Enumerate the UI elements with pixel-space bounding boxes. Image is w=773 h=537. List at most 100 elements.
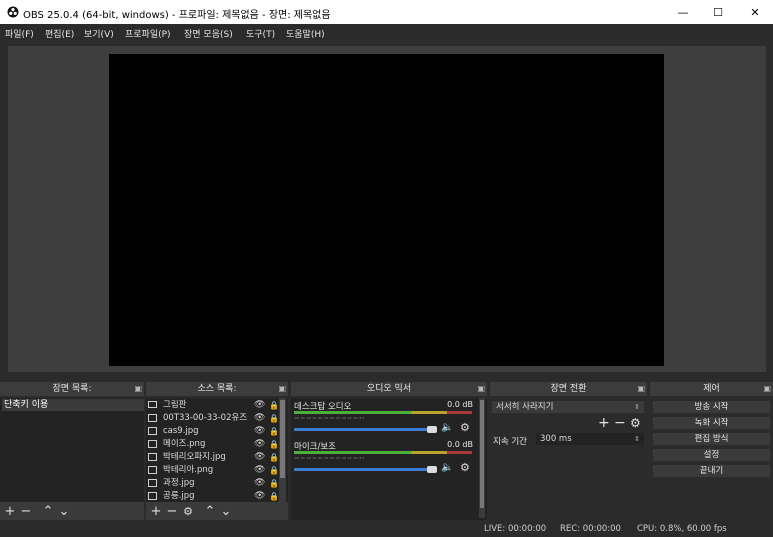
sources-list: 그림판 👁 🔒 00T33-00-33-02유즈 👁 🔒 cas9.jpg 👁 … [146,398,288,502]
sources-dock: 소스 목록: ▣ 그림판 👁 🔒 00T33-00-33-02유즈 👁 🔒 ca… [146,382,288,520]
add-icon: + [150,503,162,519]
move-scene-up-button[interactable]: ⌃ [41,504,55,518]
start-streaming-button[interactable]: 방송 시작 [653,401,770,413]
lock-icon[interactable]: 🔒 [269,399,279,412]
menu-help[interactable]: 도움말(H) [286,27,325,40]
scrollbar-thumb[interactable] [480,400,484,508]
source-name: 과정.jpg [163,478,195,488]
speaker-icon[interactable]: 🔈 [441,422,453,433]
gear-icon[interactable]: ⚙ [630,416,641,430]
float-icon[interactable]: ▣ [278,382,286,396]
source-properties-button[interactable]: ⚙ [181,504,195,518]
add-transition-button[interactable]: + [598,415,610,431]
source-item[interactable]: 과정.jpg 👁 🔒 [148,477,279,490]
image-source-icon [148,479,157,487]
eye-icon[interactable]: 👁 [254,490,265,502]
fader-knob[interactable] [427,426,437,433]
source-item[interactable]: 박테리오파지.jpg 👁 🔒 [148,451,279,464]
mixer-scrollbar[interactable] [479,398,485,518]
eye-icon[interactable]: 👁 [254,425,265,438]
sources-title: 소스 목록: [197,384,237,394]
source-name: 박테리아.png [163,465,214,475]
menu-tools[interactable]: 도구(T) [246,27,275,40]
maximize-button[interactable]: ☐ [700,0,736,24]
float-icon[interactable]: ▣ [637,382,645,396]
source-name: cas9.jpg [163,426,199,436]
image-source-icon [148,492,157,500]
add-source-button[interactable]: + [149,504,163,518]
controls-body: 방송 시작 녹화 시작 편집 방식 설정 끝내기 [650,398,773,520]
start-recording-button[interactable]: 녹화 시작 [653,417,770,429]
studio-mode-button[interactable]: 편집 방식 [653,433,770,445]
dropdown-icon: ⇕ [634,403,640,411]
fader-knob[interactable] [427,466,437,473]
menu-profile[interactable]: 프로파일(P) [125,27,171,40]
mixer-body: 데스크탑 오디오 0.0 dB -60 -55 -50 -45 -40 -35 … [291,398,487,520]
settings-button[interactable]: 설정 [653,449,770,461]
audio-mixer-dock: 오디오 믹서 ▣ 데스크탑 오디오 0.0 dB -60 -55 -50 -45… [291,382,487,520]
eye-icon[interactable]: 👁 [254,464,265,477]
spin-icon[interactable]: ⇕ [634,433,640,445]
eye-icon[interactable]: 👁 [254,412,265,425]
duration-spinbox[interactable]: 300 ms ⇕ [536,433,644,445]
volume-fader[interactable] [294,428,436,431]
float-icon[interactable]: ▣ [763,382,771,396]
eye-icon[interactable]: 👁 [254,399,265,412]
menu-edit[interactable]: 편집(E) [45,27,74,40]
scrollbar-thumb[interactable] [280,400,285,478]
source-item[interactable]: 00T33-00-33-02유즈 👁 🔒 [148,412,279,425]
lock-icon[interactable]: 🔒 [269,490,279,502]
scene-item[interactable]: 단축키 이용 [2,399,144,411]
channel-db: 0.0 dB [447,400,473,409]
speaker-icon[interactable]: 🔈 [441,462,453,473]
lock-icon[interactable]: 🔒 [269,477,279,490]
volume-fader[interactable] [294,468,436,471]
source-item[interactable]: cas9.jpg 👁 🔒 [148,425,279,438]
sources-scrollbar[interactable] [279,398,286,502]
source-item[interactable]: 메이즈.png 👁 🔒 [148,438,279,451]
menu-view[interactable]: 보기(V) [84,27,114,40]
eye-icon[interactable]: 👁 [254,451,265,464]
sources-dock-title: 소스 목록: ▣ [146,382,288,396]
transitions-dock: 장면 전환 ▣ 서서히 사라지기 ⇕ + − ⚙ 지속 기간 300 ms ⇕ [490,382,647,520]
remove-icon: − [20,503,32,519]
gear-icon[interactable]: ⚙ [460,421,470,434]
live-status: LIVE: 00:00:00 [484,524,547,534]
menu-file[interactable]: 파일(F) [5,27,34,40]
source-name: 그림판 [163,400,187,410]
close-button[interactable]: ✕ [737,0,773,24]
remove-scene-button[interactable]: − [19,504,33,518]
move-source-down-button[interactable]: ⌄ [219,504,233,518]
preview-canvas[interactable] [109,54,664,366]
menu-scene-collection[interactable]: 장면 모음(S) [184,27,233,40]
cpu-status: CPU: 0.8%, 60.00 fps [637,524,727,534]
lock-icon[interactable]: 🔒 [269,438,279,451]
eye-icon[interactable]: 👁 [254,438,265,451]
lock-icon[interactable]: 🔒 [269,451,279,464]
chevron-down-icon: ⌄ [58,503,70,519]
float-icon[interactable]: ▣ [477,382,485,396]
gear-icon[interactable]: ⚙ [460,461,470,474]
source-item[interactable]: 그림판 👁 🔒 [148,399,279,412]
source-name: 박테리오파지.jpg [163,452,226,462]
exit-button[interactable]: 끝내기 [653,465,770,477]
lock-icon[interactable]: 🔒 [269,464,279,477]
source-item[interactable]: 박테리아.png 👁 🔒 [148,464,279,477]
lock-icon[interactable]: 🔒 [269,425,279,438]
remove-source-button[interactable]: − [165,504,179,518]
eye-icon[interactable]: 👁 [254,477,265,490]
source-item[interactable]: 공룡.jpg 👁 🔒 [148,490,279,502]
move-source-up-button[interactable]: ⌃ [203,504,217,518]
sources-toolbar: + − ⚙ ⌃ ⌄ [146,502,288,520]
channel-db: 0.0 dB [447,440,473,449]
add-scene-button[interactable]: + [3,504,17,518]
move-scene-down-button[interactable]: ⌄ [57,504,71,518]
transition-select[interactable]: 서서히 사라지기 ⇕ [492,401,644,413]
scenes-dock: 장면 목록: ▣ 단축키 이용 + − ⌃ ⌄ [0,382,144,520]
remove-transition-button[interactable]: − [614,415,626,431]
lock-icon[interactable]: 🔒 [269,412,279,425]
obs-logo-icon [7,6,19,18]
float-icon[interactable]: ▣ [134,382,142,396]
minimize-button[interactable]: — [665,0,701,24]
transitions-title: 장면 전환 [550,384,587,394]
